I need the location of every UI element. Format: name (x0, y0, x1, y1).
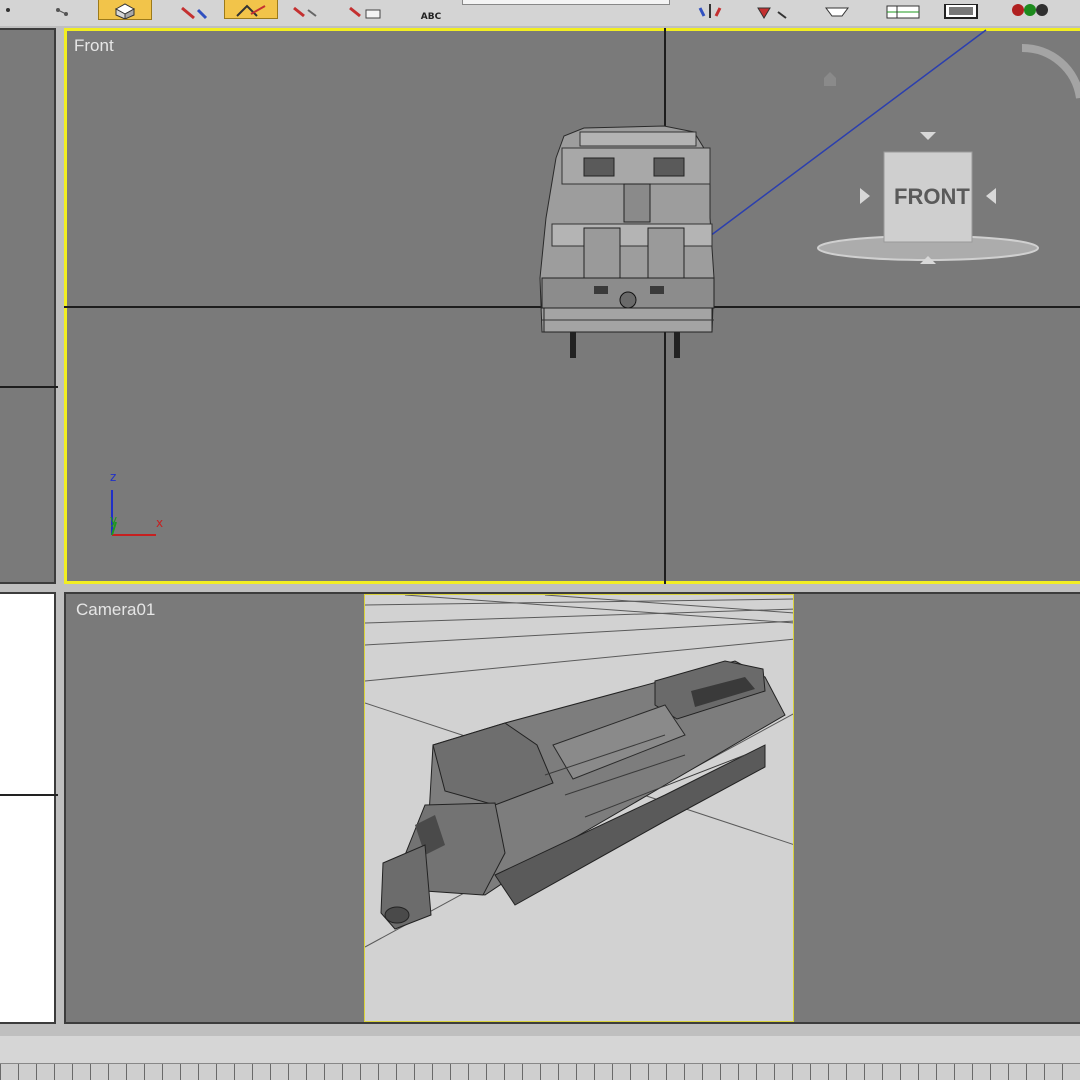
mirror-icon (698, 4, 722, 18)
front-viewport[interactable]: Front FRONT z y x (64, 28, 1080, 584)
axis-y-label: y (110, 513, 118, 527)
left-viewport-top[interactable] (0, 28, 58, 584)
percent-snap-icon (293, 6, 317, 18)
align-icon (757, 7, 787, 19)
viewcube-home-icon[interactable] (824, 72, 836, 86)
select-move-button[interactable] (170, 0, 218, 22)
left-viewport-bottom[interactable] (0, 592, 58, 1024)
select-by-name-button[interactable] (48, 0, 78, 22)
curve-editor-button[interactable] (880, 0, 926, 22)
spinner-snap-icon (349, 6, 381, 19)
select-object-button[interactable] (0, 0, 22, 22)
spinner-snap-button[interactable] (340, 0, 388, 22)
percent-snap-button[interactable] (284, 0, 324, 22)
snap-icon (236, 4, 266, 17)
named-selection-field[interactable] (462, 0, 670, 5)
network-icon (56, 8, 68, 16)
axis-tripod (111, 490, 156, 536)
status-bar (0, 1036, 1080, 1080)
cube-icon (114, 3, 136, 19)
viewcube-arrow-up[interactable] (920, 132, 936, 140)
front-scene (111, 29, 1080, 536)
camera-viewport-label[interactable]: Camera01 (76, 600, 155, 620)
viewcube-orbit-icon[interactable] (1021, 43, 1080, 99)
viewcube-arrow-right[interactable] (986, 188, 996, 204)
move-icon (181, 6, 208, 20)
left-viewport-grid-line (0, 794, 58, 796)
camera-safe-frame (364, 594, 794, 1022)
edit-named-selection-button[interactable]: ABC (406, 0, 456, 22)
left-viewport-grid-line (0, 386, 58, 388)
viewcube-face-label[interactable]: FRONT (894, 184, 970, 210)
viewport-area: Front FRONT z y x Camera01 (0, 26, 1080, 1036)
camera-scene (365, 595, 793, 948)
layer-icon (825, 7, 849, 17)
layer-manager-button[interactable] (818, 0, 858, 22)
material-icon (1012, 4, 1048, 16)
cursor-icon (6, 8, 10, 12)
schematic-view-button[interactable] (938, 0, 984, 22)
axis-x-label: x (156, 516, 164, 530)
align-button[interactable] (746, 0, 796, 22)
material-editor-button[interactable] (1000, 0, 1052, 22)
locomotive-perspective-model (380, 660, 786, 930)
mirror-button[interactable] (688, 0, 732, 22)
box-primitive-button[interactable] (98, 0, 152, 20)
viewcube-arrow-left[interactable] (860, 188, 870, 204)
viewcube[interactable] (817, 43, 1080, 264)
curve-icon (886, 5, 920, 19)
time-slider-ruler[interactable] (0, 1063, 1080, 1080)
main-toolbar: ABC (0, 0, 1080, 27)
text-icon: ABC (420, 12, 442, 22)
angle-snap-button[interactable] (224, 0, 278, 19)
locomotive-front-model (539, 125, 715, 358)
axis-z-label: z (110, 470, 117, 484)
schematic-icon (944, 4, 978, 19)
